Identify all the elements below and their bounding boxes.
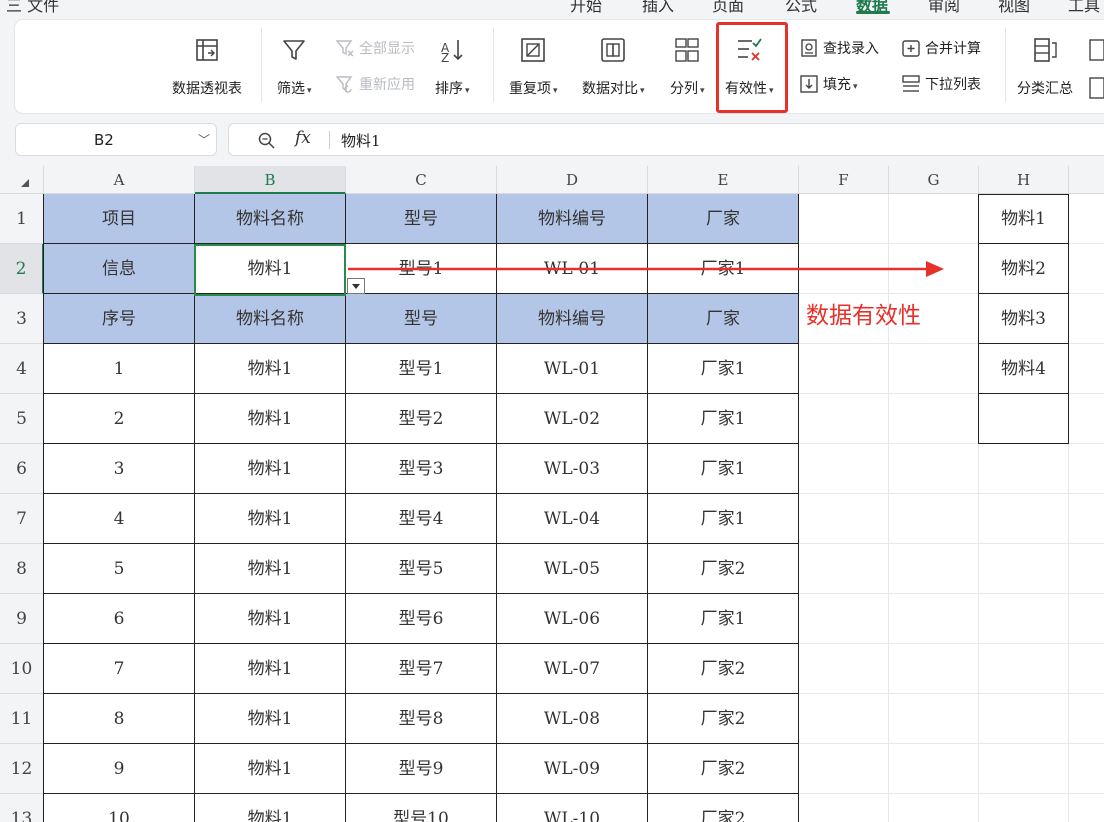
data-compare-label: 数据对比	[582, 81, 638, 97]
chevron-down-icon: ▾	[553, 86, 558, 96]
subtotal-label: 分类汇总	[1017, 81, 1073, 97]
subtotal-icon	[1034, 38, 1057, 62]
sort-button[interactable]: A Z 排序 ▾	[435, 36, 470, 98]
menu-view[interactable]: 视图	[998, 0, 1030, 14]
funnel-clear-icon	[335, 40, 354, 57]
filter-button[interactable]: 筛选 ▾	[277, 36, 312, 98]
duplicates-button[interactable]: 重复项 ▾	[509, 36, 558, 98]
formula-bar[interactable]: fx 物料1	[228, 123, 1104, 156]
chevron-down-icon[interactable]: ﹀	[198, 131, 210, 148]
zoom-search-icon[interactable]	[257, 131, 277, 151]
chevron-down-icon: ▾	[465, 86, 470, 96]
fill-down-icon	[800, 75, 818, 93]
split-column-label: 分列	[670, 81, 698, 97]
validity-highlight-box	[716, 22, 788, 113]
sort-label: 排序	[435, 81, 463, 97]
funnel-refresh-icon	[335, 76, 353, 93]
pivot-table-button[interactable]: 数据透视表	[172, 36, 242, 98]
duplicates-icon	[521, 38, 546, 62]
duplicates-label: 重复项	[509, 81, 551, 97]
svg-text:Z: Z	[441, 51, 449, 64]
filter-label: 筛选	[277, 81, 305, 97]
ribbon-divider	[1005, 28, 1006, 102]
find-entry-icon	[801, 39, 817, 57]
data-compare-button[interactable]: 数据对比 ▾	[582, 36, 645, 98]
split-column-icon	[675, 38, 699, 62]
ribbon-divider	[261, 28, 262, 102]
consolidate-button[interactable]: 合并计算	[901, 38, 981, 58]
ribbon-divider	[493, 28, 494, 102]
menu-formula[interactable]: 公式	[785, 0, 817, 14]
dropdown-list-button[interactable]: 下拉列表	[901, 74, 981, 94]
reapply-button[interactable]: 重新应用	[335, 74, 415, 94]
find-entry-label: 查找录入	[823, 41, 879, 57]
more-tools-icon[interactable]	[1088, 38, 1104, 108]
menu-bar: 三 文件 开始 插入 页面 公式 数据 审阅 视图 工具	[0, 0, 1104, 14]
fx-icon[interactable]: fx	[295, 128, 311, 148]
sort-icon: A Z	[441, 40, 463, 64]
pivot-table-label: 数据透视表	[172, 81, 242, 97]
menu-tools[interactable]: 工具	[1068, 0, 1100, 14]
formula-divider	[329, 131, 330, 149]
dropdown-list-icon	[902, 75, 920, 92]
spreadsheet-grid[interactable]: A B C D E F G H 1 2 3 4 5 6 7 8 9 10 11 …	[0, 166, 1104, 822]
cell-reference: B2	[94, 131, 114, 149]
name-box[interactable]: B2 ﹀	[15, 123, 217, 156]
subtotal-button[interactable]: 分类汇总	[1017, 36, 1073, 98]
consolidate-icon	[902, 40, 920, 57]
active-tab-underline	[856, 11, 890, 14]
menu-file[interactable]: 三 文件	[6, 0, 59, 14]
menu-home[interactable]: 开始	[570, 0, 602, 14]
menu-page[interactable]: 页面	[712, 0, 744, 14]
annotation-label: 数据有效性	[806, 303, 921, 329]
annotation-arrow	[348, 261, 944, 277]
show-all-label: 全部显示	[359, 41, 415, 57]
show-all-button[interactable]: 全部显示	[335, 38, 415, 58]
ribbon-toolbar: 数据透视表 筛选 ▾ 全部显示 重新应用 A Z 排序 ▾ 重复项 ▾ 数据对比…	[15, 20, 1104, 113]
filter-icon	[283, 40, 306, 60]
fill-label: 填充	[823, 77, 851, 93]
data-compare-icon	[601, 38, 626, 62]
chevron-down-icon: ▾	[307, 86, 312, 96]
reapply-label: 重新应用	[359, 77, 415, 93]
menu-review[interactable]: 审阅	[928, 0, 960, 14]
menu-insert[interactable]: 插入	[642, 0, 674, 14]
chevron-down-icon: ▾	[640, 86, 645, 96]
pivot-table-icon	[196, 39, 218, 61]
find-entry-button[interactable]: 查找录入	[799, 38, 879, 58]
dropdown-list-label: 下拉列表	[925, 77, 981, 93]
chevron-down-icon: ▾	[853, 82, 858, 92]
fill-button[interactable]: 填充 ▾	[799, 74, 858, 94]
split-column-button[interactable]: 分列 ▾	[670, 36, 705, 98]
consolidate-label: 合并计算	[925, 41, 981, 57]
formula-input[interactable]: 物料1	[341, 130, 381, 151]
chevron-down-icon: ▾	[700, 86, 705, 96]
